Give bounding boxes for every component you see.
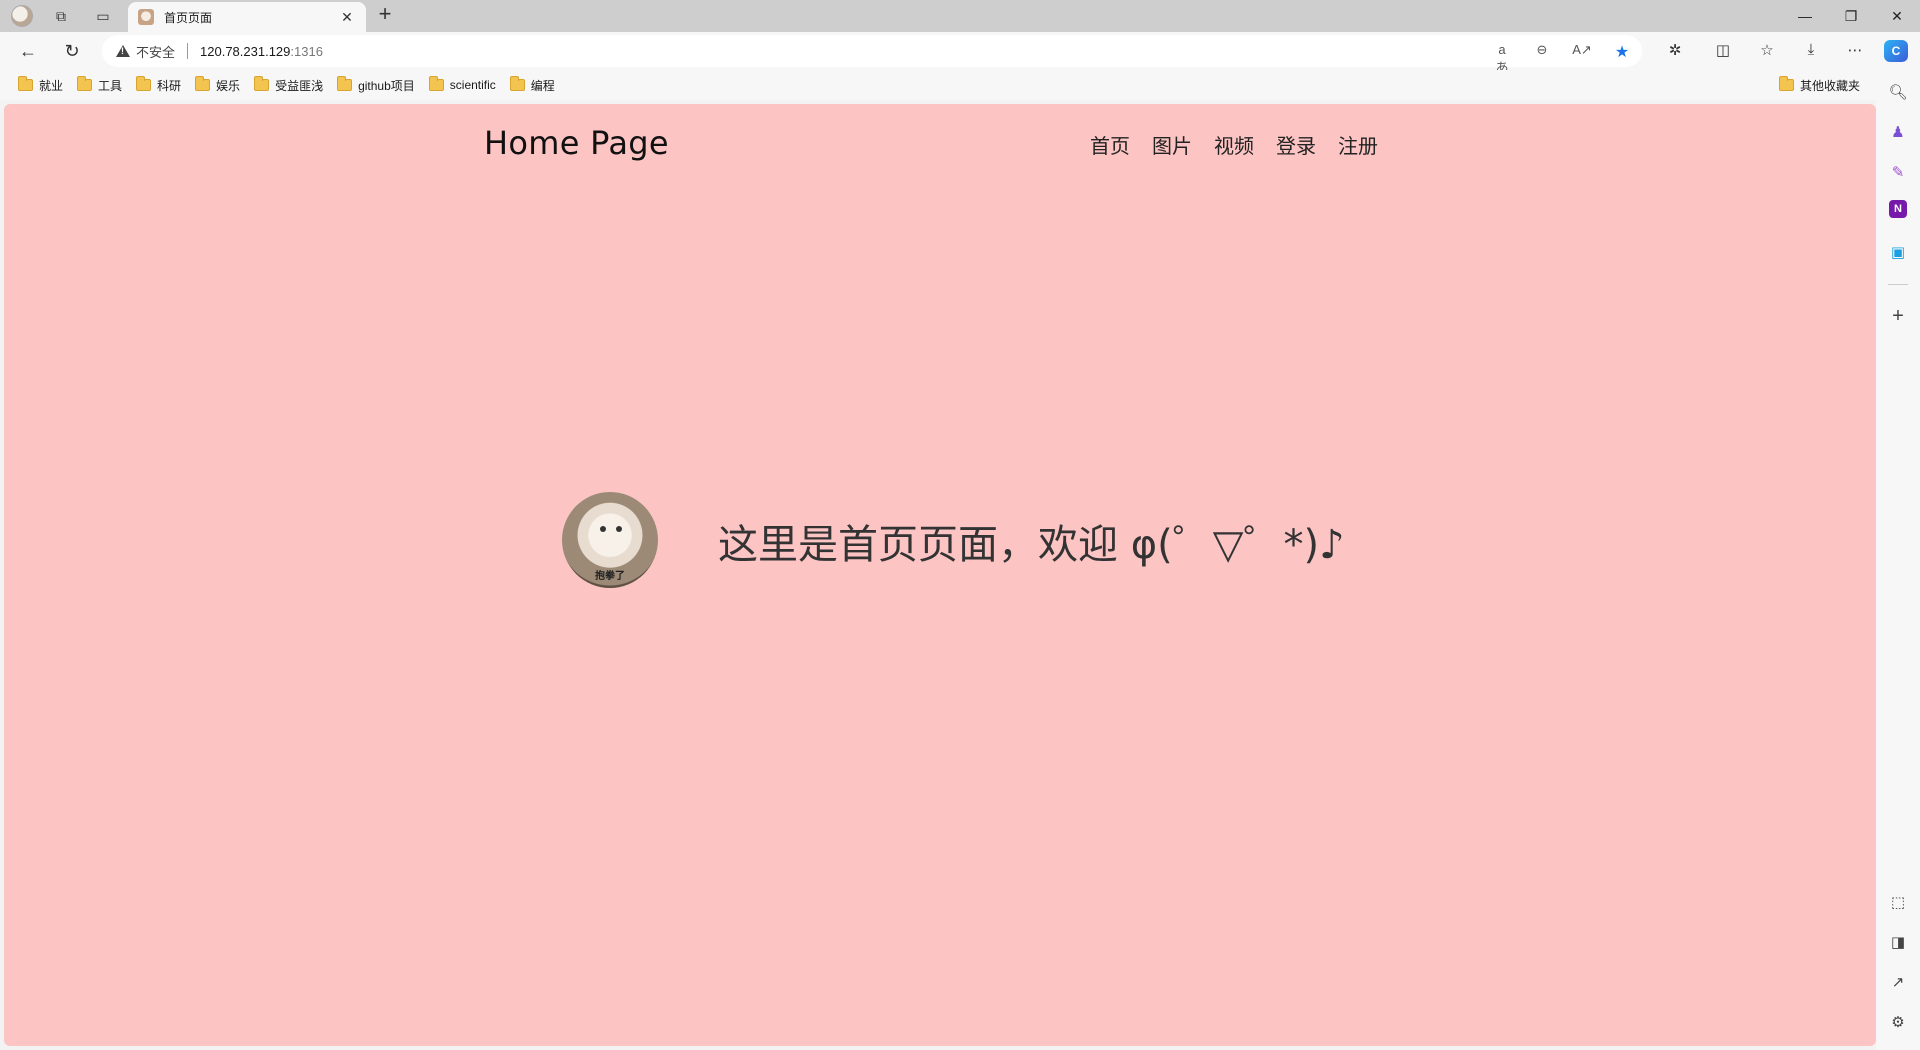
bookmark-folder[interactable]: 工具 <box>71 73 128 97</box>
avatar-eye <box>616 526 622 532</box>
bookmark-folder[interactable]: scientific <box>423 73 502 97</box>
translate-icon[interactable]: aあ <box>1492 42 1512 75</box>
tab-favicon <box>138 9 154 25</box>
bookmark-label: 编程 <box>530 78 555 93</box>
not-secure-warning-icon[interactable] <box>116 45 130 57</box>
url-port[interactable]: :1316 <box>290 44 323 59</box>
more-menu-icon[interactable]: ⋯ <box>1844 41 1866 61</box>
welcome-message: 这里是首页页面，欢迎 φ(゜▽゜*)♪ <box>718 522 1345 568</box>
add-sidebar-app-icon[interactable]: + <box>1886 304 1910 328</box>
folder-icon <box>254 76 270 91</box>
back-button[interactable]: ← <box>14 38 42 64</box>
onenote-icon[interactable]: N <box>1889 200 1907 218</box>
favorites-icon[interactable]: ☆ <box>1756 41 1778 61</box>
profile-button[interactable] <box>8 4 36 28</box>
tab-actions-icon[interactable]: ▭ <box>90 4 116 28</box>
avatar-image: 抱拳了 <box>562 492 658 588</box>
minimize-button[interactable]: — <box>1782 0 1828 32</box>
nav-link-home[interactable]: 首页 <box>1090 130 1130 159</box>
url-host[interactable]: 120.78.231.129 <box>200 44 290 59</box>
nav-link-videos[interactable]: 视频 <box>1214 130 1254 159</box>
folder-icon <box>1778 76 1794 91</box>
favorite-star-icon[interactable]: ★ <box>1612 42 1632 61</box>
bookmark-folder[interactable]: 就业 <box>12 73 69 97</box>
browser-toolbar: ← ↻ 不安全 120.78.231.129:1316 aあ ⊖ A↗ ★ ✲ … <box>0 32 1920 75</box>
bookmark-label: 科研 <box>157 78 182 93</box>
tools-icon[interactable]: ✎ <box>1886 160 1910 184</box>
new-tab-button[interactable]: + <box>372 1 398 26</box>
bookmark-folder[interactable]: 受益匪浅 <box>248 73 329 97</box>
bookmark-label: scientific <box>449 78 496 92</box>
restore-button[interactable]: ❐ <box>1828 0 1874 32</box>
extensions-icon[interactable]: ✲ <box>1664 41 1686 61</box>
bookmark-label: 工具 <box>98 78 123 93</box>
tab-strip: ⧉ ▭ 首页页面 ✕ + — ❐ ✕ <box>0 0 1920 32</box>
avatar-eye <box>600 526 606 532</box>
bookmark-folder[interactable]: 科研 <box>130 73 187 97</box>
copilot-icon[interactable]: C <box>1884 40 1908 62</box>
sidebar-panel-icon[interactable]: ◨ <box>1886 930 1910 954</box>
folder-icon <box>509 76 525 91</box>
nav-link-register[interactable]: 注册 <box>1338 130 1378 159</box>
active-tab[interactable]: 首页页面 ✕ <box>128 2 366 32</box>
bookmark-label: 娱乐 <box>216 78 241 93</box>
zoom-out-icon[interactable]: ⊖ <box>1532 42 1552 60</box>
refresh-button[interactable]: ↻ <box>58 38 86 64</box>
workspaces-icon[interactable]: ⧉ <box>48 4 74 28</box>
other-bookmarks-folder[interactable]: 其他收藏夹 <box>1773 73 1866 97</box>
folder-icon <box>136 76 152 91</box>
screenshot-icon[interactable]: ⬚ <box>1886 890 1910 914</box>
site-nav: 首页 图片 视频 登录 注册 <box>1090 130 1378 159</box>
tab-title: 首页页面 <box>164 10 213 25</box>
bookmark-folder[interactable]: 娱乐 <box>189 73 246 97</box>
search-icon[interactable]: 🔍︎ <box>1886 80 1910 104</box>
folder-icon <box>195 76 211 91</box>
page-viewport: Home Page 首页 图片 视频 登录 注册 抱拳了 这里是首页页面，欢迎 … <box>4 104 1876 1046</box>
games-icon[interactable]: ♟ <box>1886 120 1910 144</box>
bookmark-folder[interactable]: 编程 <box>504 73 561 97</box>
address-bar[interactable]: 不安全 120.78.231.129:1316 aあ ⊖ A↗ ★ <box>102 35 1642 75</box>
profile-avatar <box>11 5 33 27</box>
avatar-caption: 抱拳了 <box>595 571 625 582</box>
bilibili-icon[interactable]: ▣ <box>1886 240 1910 264</box>
downloads-icon[interactable]: ⤓ <box>1800 41 1822 61</box>
address-separator <box>187 43 189 59</box>
folder-icon <box>337 76 353 91</box>
settings-gear-icon[interactable]: ⚙ <box>1886 1010 1910 1034</box>
sidebar-divider <box>1888 284 1908 285</box>
security-label[interactable]: 不安全 <box>136 42 175 61</box>
bookmark-label: 就业 <box>39 78 64 93</box>
nav-link-images[interactable]: 图片 <box>1152 130 1192 159</box>
bookmarks-bar: 就业 工具 科研 娱乐 受益匪浅 github项目 scientific 编程 … <box>0 70 1920 100</box>
folder-icon <box>77 76 93 91</box>
split-screen-icon[interactable]: ◫ <box>1712 41 1734 61</box>
other-bookmarks-label: 其他收藏夹 <box>1799 78 1860 93</box>
external-link-icon[interactable]: ↗ <box>1886 970 1910 994</box>
tab-close-icon[interactable]: ✕ <box>338 9 356 26</box>
close-window-button[interactable]: ✕ <box>1874 0 1920 32</box>
read-aloud-icon[interactable]: A↗ <box>1572 42 1592 60</box>
folder-icon <box>18 76 33 91</box>
bookmark-label: 受益匪浅 <box>275 78 324 93</box>
edge-sidebar: 🔍︎ ♟ ✎ N ▣ + ⬚ ◨ ↗ ⚙ <box>1876 70 1920 1050</box>
bookmark-label: github项目 <box>358 78 415 93</box>
site-title: Home Page <box>484 124 669 162</box>
nav-link-login[interactable]: 登录 <box>1276 130 1316 159</box>
bookmark-folder[interactable]: github项目 <box>331 73 421 97</box>
folder-icon <box>428 76 444 91</box>
